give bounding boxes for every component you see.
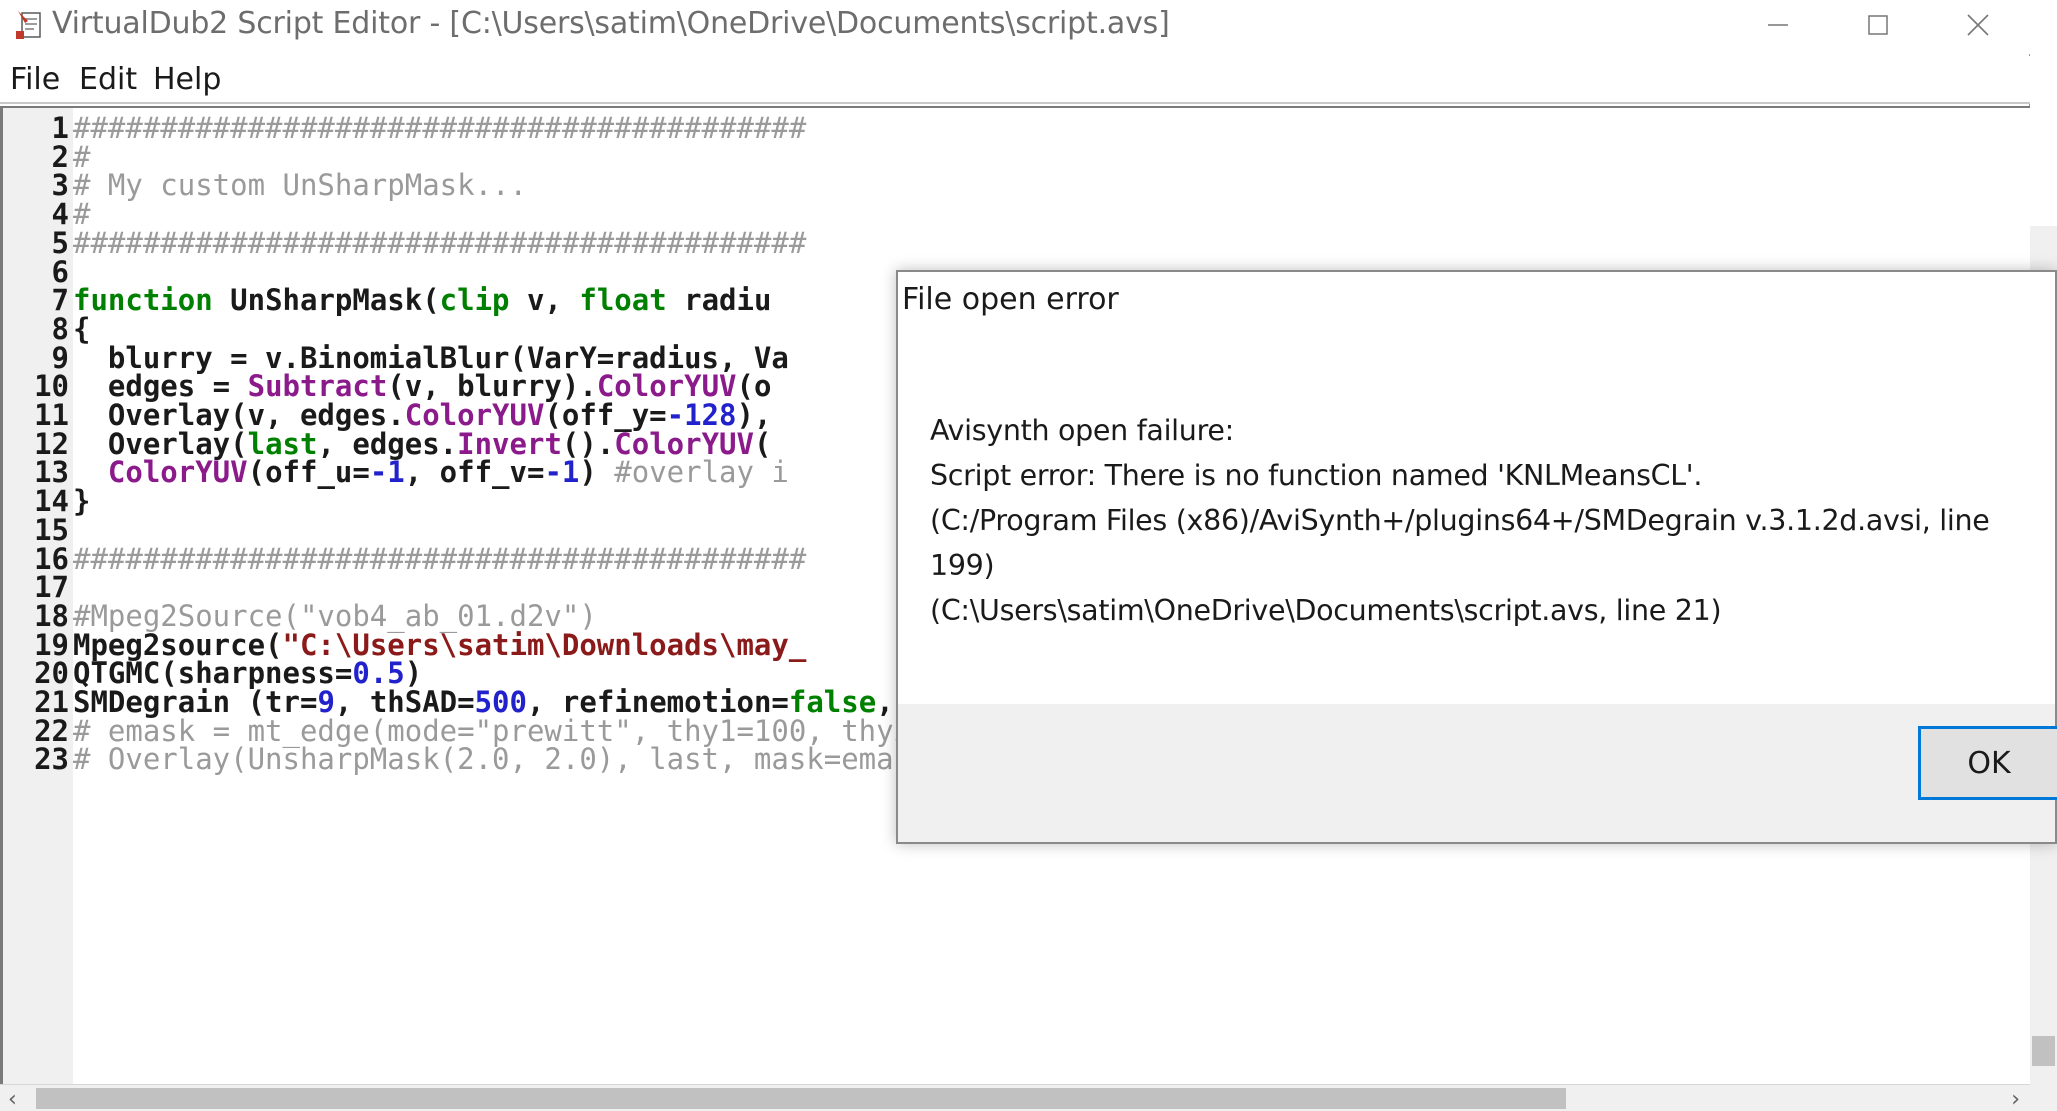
minimize-button[interactable] — [1730, 0, 1826, 50]
code-token: # My custom UnSharpMask... — [73, 168, 527, 203]
ok-button[interactable]: OK — [1918, 726, 2057, 800]
maximize-button[interactable] — [1830, 0, 1926, 50]
menu-help[interactable]: Help — [153, 62, 221, 97]
code-token: v, — [509, 283, 580, 318]
dialog-message: Avisynth open failure: Script error: The… — [930, 408, 2040, 633]
code-token: ########################################… — [73, 111, 807, 145]
menu-edit[interactable]: Edit — [79, 62, 137, 97]
maximize-icon — [1868, 15, 1888, 35]
code-line[interactable]: function UnSharpMask(clip v, float radiu — [73, 282, 771, 320]
code-token: radiu — [666, 283, 772, 318]
code-line[interactable]: ColorYUV(off_u=-1, off_v=-1) #overlay i — [73, 454, 789, 492]
dialog-footer — [898, 704, 2055, 842]
code-token: (off_u= — [247, 455, 370, 490]
message-line: Avisynth open failure: — [930, 414, 1234, 447]
code-token: #overlay i — [614, 455, 789, 490]
vertical-scroll-thumb[interactable] — [2032, 1036, 2055, 1066]
code-token: } — [73, 484, 91, 519]
code-line[interactable]: # Overlay(UnsharpMask(2.0, 2.0), last, m… — [73, 741, 946, 779]
code-token: float — [579, 283, 667, 318]
horizontal-scrollbar[interactable]: ‹ › — [0, 1084, 2030, 1111]
scroll-left-icon[interactable]: ‹ — [8, 1087, 17, 1111]
code-line[interactable]: ########################################… — [73, 541, 806, 579]
scroll-right-icon[interactable]: › — [2011, 1087, 2020, 1111]
code-token: # Overlay(UnsharpMask(2.0, 2.0), last, m… — [73, 742, 946, 777]
code-token: ########################################… — [73, 225, 807, 260]
window-title: VirtualDub2 Script Editor - [C:\Users\sa… — [52, 6, 1170, 41]
code-token: -1 — [369, 455, 405, 490]
code-line[interactable]: ########################################… — [73, 110, 806, 148]
close-button[interactable] — [1930, 0, 2026, 50]
menu-file[interactable]: File — [10, 62, 60, 97]
line-number: 23 — [34, 742, 69, 777]
code-token: , off_v= — [404, 455, 545, 490]
code-token: -1 — [544, 455, 580, 490]
message-line: (C:/Program Files (x86)/AviSynth+/plugin… — [930, 504, 1990, 537]
code-line[interactable]: } — [73, 483, 90, 521]
script-document-icon — [16, 11, 41, 39]
code-token: ########################################… — [73, 541, 807, 576]
line-number-gutter: 1 2 3 4 5 6 7 8 9 10 11 12 13 14 15 16 17 18 19 20 21 22 23 — [3, 108, 73, 1086]
file-open-error-dialog: File open error Avisynth open failure: S… — [896, 270, 2057, 844]
code-line[interactable]: ########################################… — [73, 225, 806, 263]
close-icon — [1967, 14, 1989, 36]
code-token: function — [73, 283, 213, 318]
dialog-title: File open error — [902, 282, 1119, 317]
code-token: UnSharpMask( — [212, 283, 440, 318]
horizontal-scroll-thumb[interactable] — [36, 1088, 1566, 1109]
menu-bar: File Edit Help — [0, 56, 2030, 104]
message-line: Script error: There is no function named… — [930, 459, 1703, 492]
code-token: ) — [579, 455, 615, 490]
minimize-icon — [1768, 24, 1788, 26]
code-line[interactable]: # My custom UnSharpMask... — [73, 167, 527, 205]
message-line: 199) — [930, 549, 995, 582]
title-bar[interactable]: VirtualDub2 Script Editor - [C:\Users\sa… — [0, 0, 2030, 54]
message-line: (C:\Users\satim\OneDrive\Documents\scrip… — [930, 594, 1722, 627]
code-token: ColorYUV — [107, 455, 248, 490]
code-token: clip — [439, 283, 510, 318]
